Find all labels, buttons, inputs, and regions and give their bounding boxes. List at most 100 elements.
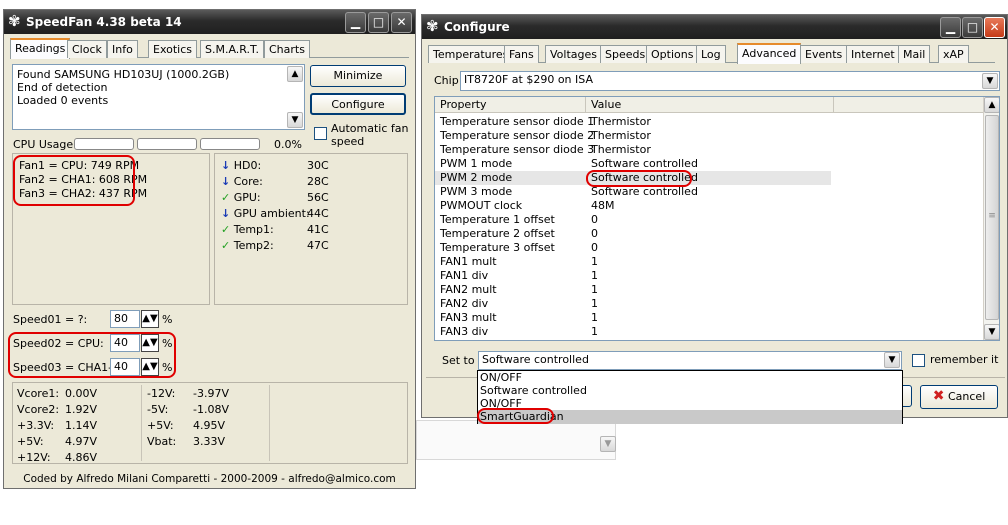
scroll-up-icon[interactable]: ▲: [287, 66, 303, 82]
set-to-select[interactable]: Software controlled ▼: [478, 351, 902, 370]
voltage-label: +3.3V:: [17, 419, 55, 432]
tab-advanced[interactable]: Advanced: [737, 43, 802, 64]
tab-events[interactable]: Events: [800, 45, 848, 63]
table-row[interactable]: Temperature sensor diode 1 Thermistor: [435, 115, 831, 129]
table-row[interactable]: Temperature 3 offset 0: [435, 241, 831, 255]
row-value: Software controlled: [591, 157, 698, 170]
voltage-value: 0.00V: [65, 387, 98, 400]
chevron-down-icon[interactable]: ▼: [884, 352, 900, 368]
table-row[interactable]: PWMOUT clock 48M: [435, 199, 831, 213]
chip-value: IT8720F at $290 on ISA: [464, 73, 593, 86]
speedfan-titlebar[interactable]: ✾ SpeedFan 4.38 beta 14 ▁ □ ✕: [4, 10, 415, 34]
scroll-down-icon[interactable]: ▼: [287, 112, 303, 128]
chip-select[interactable]: IT8720F at $290 on ISA ▼: [460, 71, 1000, 91]
tab-clock[interactable]: Clock: [67, 40, 107, 58]
col-divider: [585, 97, 586, 113]
log-line: Loaded 0 events: [17, 94, 109, 107]
background-window-fragment: [416, 420, 616, 460]
cpu-usage-bar: [74, 138, 134, 150]
table-row[interactable]: FAN3 mult 1: [435, 311, 831, 325]
tab-xap[interactable]: xAP: [938, 45, 969, 63]
tab-readings[interactable]: Readings: [10, 38, 71, 59]
table-row[interactable]: FAN2 mult 1: [435, 283, 831, 297]
tab-log[interactable]: Log: [696, 45, 726, 63]
tab-voltages[interactable]: Voltages: [545, 45, 602, 63]
table-row[interactable]: Temperature sensor diode 3 Thermistor: [435, 143, 831, 157]
table-row[interactable]: Temperature 2 offset 0: [435, 227, 831, 241]
table-row[interactable]: FAN1 mult 1: [435, 255, 831, 269]
table-row[interactable]: FAN1 div 1: [435, 269, 831, 283]
voltage-value: -3.97V: [193, 387, 229, 400]
speed01-stepper[interactable]: ▲▼: [141, 310, 159, 328]
temp-label: GPU ambient:: [233, 207, 310, 220]
table-row[interactable]: FAN3 div 1: [435, 325, 831, 339]
minimize-icon[interactable]: ▁: [345, 12, 366, 33]
check-icon: ✓: [221, 191, 231, 204]
row-value: 1: [591, 255, 598, 268]
set-to-value: Software controlled: [482, 353, 589, 366]
tab-internet[interactable]: Internet: [846, 45, 900, 63]
remember-checkbox[interactable]: [912, 354, 925, 367]
maximize-icon[interactable]: □: [368, 12, 389, 33]
configure-button[interactable]: Configure: [310, 93, 406, 115]
close-icon[interactable]: ✕: [984, 17, 1005, 38]
tab-options[interactable]: Options: [646, 45, 699, 63]
remember-label: remember it: [930, 353, 999, 366]
row-property: Temperature sensor diode 3: [440, 143, 595, 156]
temp-reading: ↓ GPU ambient: 44C: [221, 207, 401, 221]
voltage-value: -1.08V: [193, 403, 229, 416]
table-row[interactable]: PWM 1 mode Software controlled: [435, 157, 831, 171]
row-value: Thermistor: [591, 143, 651, 156]
cancel-button[interactable]: ✖ Cancel: [920, 385, 998, 409]
scroll-down-icon[interactable]: ▼: [984, 324, 999, 340]
automatic-fan-checkbox[interactable]: [314, 127, 327, 140]
maximize-icon[interactable]: □: [962, 17, 983, 38]
dropdown-option[interactable]: Software controlled: [480, 384, 587, 398]
tab-smart[interactable]: S.M.A.R.T.: [200, 40, 264, 58]
log-line: End of detection: [17, 81, 108, 94]
table-row[interactable]: Temperature 1 offset 0: [435, 213, 831, 227]
row-property: FAN1 div: [440, 269, 489, 282]
list-scrollbar[interactable]: ▲ ≡ ▼: [983, 97, 999, 340]
speed01-input[interactable]: 80: [110, 310, 140, 328]
temp-reading: ✓ Temp1: 41C: [221, 223, 401, 237]
speedfan-tabs: Readings Clock Info Exotics S.M.A.R.T. C…: [10, 38, 409, 59]
cpu-usage-value: 0.0%: [274, 138, 302, 151]
table-row[interactable]: Temperature sensor diode 2 Thermistor: [435, 129, 831, 143]
tab-temperatures[interactable]: Temperatures: [428, 45, 514, 63]
list-header: Property Value: [435, 97, 985, 113]
temp-reading: ↓ HD0: 30C: [221, 159, 401, 173]
col-value[interactable]: Value: [591, 98, 621, 112]
temp-value: 28C: [307, 175, 329, 188]
temp-label: Temp1:: [233, 223, 274, 236]
tab-exotics[interactable]: Exotics: [148, 40, 197, 58]
tab-info[interactable]: Info: [107, 40, 138, 58]
tab-speeds[interactable]: Speeds: [600, 45, 651, 63]
log-box[interactable]: Found SAMSUNG HD103UJ (1000.2GB) End of …: [12, 64, 305, 130]
table-row[interactable]: FAN2 div 1: [435, 297, 831, 311]
tab-mail[interactable]: Mail: [898, 45, 931, 63]
row-property: PWM 2 mode: [440, 171, 513, 184]
row-value: 1: [591, 325, 598, 338]
col-property[interactable]: Property: [440, 98, 487, 112]
temp-value: 44C: [307, 207, 329, 220]
voltage-label: -5V:: [147, 403, 169, 416]
chevron-down-icon[interactable]: ▼: [982, 73, 998, 89]
dropdown-option[interactable]: ON/OFF: [480, 371, 522, 385]
fan-icon: ✾: [426, 17, 439, 35]
tab-charts[interactable]: Charts: [264, 40, 310, 58]
tab-fans[interactable]: Fans: [504, 45, 539, 63]
table-row[interactable]: PWM 3 mode Software controlled: [435, 185, 831, 199]
close-icon[interactable]: ✕: [391, 12, 412, 33]
scroll-thumb[interactable]: ≡: [985, 115, 999, 320]
minimize-icon[interactable]: ▁: [940, 17, 961, 38]
configure-titlebar[interactable]: ✾ Configure ▁ □ ✕: [422, 15, 1007, 39]
speedfan-window: ✾ SpeedFan 4.38 beta 14 ▁ □ ✕ Readings C…: [3, 9, 416, 489]
minimize-button[interactable]: Minimize: [310, 65, 406, 87]
property-list[interactable]: Property Value Temperature sensor diode …: [434, 96, 1000, 341]
voltage-label: Vbat:: [147, 435, 177, 448]
temp-value: 56C: [307, 191, 329, 204]
scroll-up-icon[interactable]: ▲: [984, 97, 999, 113]
temp-value: 30C: [307, 159, 329, 172]
row-property: Temperature sensor diode 1: [440, 115, 595, 128]
